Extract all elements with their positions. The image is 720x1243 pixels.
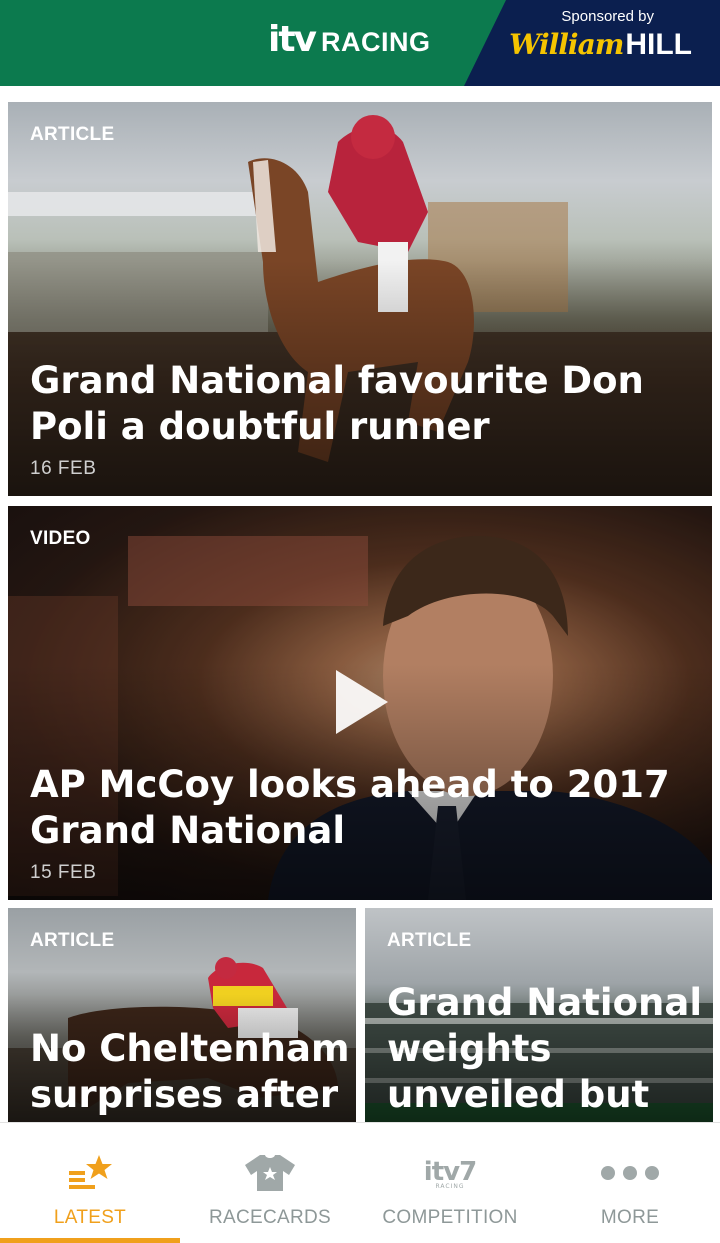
bottom-tab-bar: LATEST RACECARDS itv7 RACING COMPETITION… xyxy=(0,1122,720,1243)
tab-label: LATEST xyxy=(53,1207,127,1228)
card-type-label: VIDEO xyxy=(30,528,91,549)
tab-label: MORE xyxy=(600,1207,660,1228)
card-date: 16 FEB xyxy=(30,458,97,479)
tab-label: COMPETITION xyxy=(382,1207,518,1228)
play-icon[interactable] xyxy=(336,670,388,734)
card-title[interactable]: AP McCoy looks ahead to 2017 Grand Natio… xyxy=(30,762,700,854)
tab-label: RACECARDS xyxy=(209,1207,331,1228)
article-card[interactable]: ARTICLE Grand National weights unveiled … xyxy=(365,908,713,1122)
sponsor-brand-hill: HILL xyxy=(625,28,692,61)
card-type-label: ARTICLE xyxy=(30,124,115,145)
more-dots-icon xyxy=(600,1151,660,1195)
news-feed[interactable]: ARTICLE Grand National favourite Don Pol… xyxy=(0,86,720,1122)
tab-racecards[interactable]: RACECARDS xyxy=(180,1123,360,1243)
tab-latest[interactable]: LATEST xyxy=(0,1123,180,1243)
card-date: 15 FEB xyxy=(30,862,97,883)
sponsored-by-label: Sponsored by xyxy=(561,8,654,25)
itv7-icon: itv7 RACING xyxy=(420,1151,480,1195)
william-hill-logo[interactable]: William HILL xyxy=(509,28,692,68)
card-title[interactable]: Grand National weights unveiled but xyxy=(387,980,707,1118)
jockey-silk-icon xyxy=(240,1151,300,1195)
app-header: itv RACING Sponsored by William HILL xyxy=(0,0,720,86)
video-card[interactable]: VIDEO AP McCoy looks ahead to 2017 Grand… xyxy=(8,506,712,900)
card-title[interactable]: Grand National favourite Don Poli a doub… xyxy=(30,358,700,450)
logo-itv: itv xyxy=(268,19,317,60)
card-title[interactable]: No Cheltenham surprises after xyxy=(30,1026,350,1118)
logo-racing: RACING xyxy=(321,26,431,57)
article-card[interactable]: ARTICLE Grand National favourite Don Pol… xyxy=(8,102,712,496)
card-type-label: ARTICLE xyxy=(387,930,472,951)
itv-racing-logo: itv RACING xyxy=(268,20,431,60)
active-tab-indicator xyxy=(0,1238,180,1243)
article-card[interactable]: ARTICLE No Cheltenham surprises after xyxy=(8,908,356,1122)
card-type-label: ARTICLE xyxy=(30,930,115,951)
tab-more[interactable]: MORE xyxy=(540,1123,720,1243)
latest-star-icon xyxy=(60,1151,120,1195)
sponsor-brand-william: William xyxy=(509,28,624,61)
tab-competition[interactable]: itv7 RACING COMPETITION xyxy=(360,1123,540,1243)
